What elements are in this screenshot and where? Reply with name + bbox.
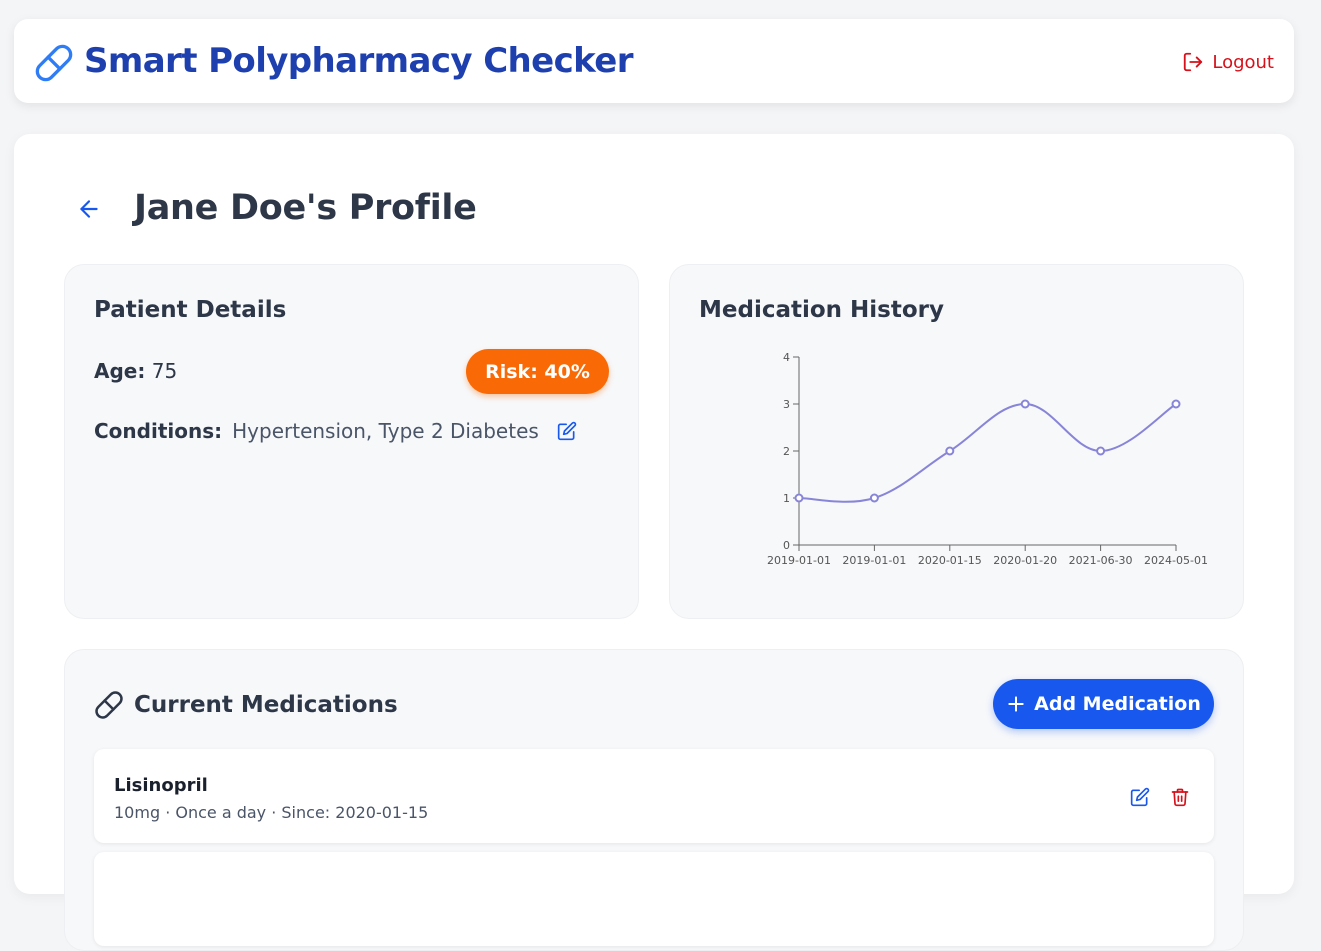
x-tick-label: 2019-01-01 xyxy=(767,554,831,567)
back-arrow-icon[interactable] xyxy=(76,196,102,222)
x-tick-label: 2019-01-01 xyxy=(842,554,906,567)
pill-icon xyxy=(35,44,73,82)
edit-icon[interactable] xyxy=(1130,787,1150,807)
medication-detail: 10mg · Once a day · Since: 2020-01-15 xyxy=(114,803,429,822)
edit-icon[interactable] xyxy=(557,421,577,441)
medication-name: Lisinopril xyxy=(114,775,208,796)
medication-history-chart: 0 1 2 3 4 2019-01-01 2019-01-01 2020-01-15 2020-… xyxy=(767,351,1208,567)
history-series-line xyxy=(798,402,1177,503)
history-data-point xyxy=(1096,446,1106,456)
y-tick-label: 4 xyxy=(783,351,790,364)
current-medications-card: Current Medications Add Medication Lisin… xyxy=(64,649,1244,951)
history-data-point xyxy=(945,446,955,456)
y-tick-label: 1 xyxy=(783,492,790,505)
plus-icon xyxy=(1008,696,1024,712)
app-title: Smart Polypharmacy Checker xyxy=(84,41,633,81)
conditions-value: Hypertension, Type 2 Diabetes xyxy=(232,419,539,443)
app-header: Smart Polypharmacy Checker Logout xyxy=(14,19,1294,103)
x-tick-label: 2020-01-15 xyxy=(918,554,982,567)
x-tick-label: 2020-01-20 xyxy=(993,554,1057,567)
y-tick-label: 2 xyxy=(783,445,790,458)
add-medication-button[interactable]: Add Medication xyxy=(993,679,1214,729)
logout-label: Logout xyxy=(1212,51,1274,73)
history-data-point xyxy=(1171,399,1181,409)
conditions-label: Conditions: xyxy=(94,419,223,443)
age-value: 75 xyxy=(151,359,178,383)
medication-item: Lisinopril 10mg · Once a day · Since: 20… xyxy=(94,749,1214,843)
medication-item xyxy=(94,852,1214,946)
age-row: Age: 75 xyxy=(94,359,177,383)
medication-history-card: Medication History 0 1 2 3 4 2019-01-01 2019-0… xyxy=(669,264,1244,619)
x-tick-label: 2024-05-01 xyxy=(1144,554,1208,567)
conditions-row: Conditions: Hypertension, Type 2 Diabete… xyxy=(94,419,577,443)
current-medications-title: Current Medications xyxy=(134,692,398,718)
y-tick-label: 0 xyxy=(783,539,790,552)
trash-icon[interactable] xyxy=(1170,787,1190,807)
patient-details-title: Patient Details xyxy=(94,297,287,323)
page-title: Jane Doe's Profile xyxy=(134,188,477,228)
y-tick-label: 3 xyxy=(783,398,790,411)
age-label: Age: xyxy=(94,359,146,383)
patient-details-card: Patient Details Age: 75 Risk: 40% Condit… xyxy=(64,264,639,619)
x-tick-label: 2021-06-30 xyxy=(1069,554,1133,567)
logout-button[interactable]: Logout xyxy=(1182,50,1274,74)
profile-container: Jane Doe's Profile Patient Details Age: … xyxy=(14,134,1294,951)
current-medications-header: Current Medications xyxy=(94,690,398,720)
history-data-point xyxy=(869,493,879,503)
history-data-point xyxy=(1020,399,1030,409)
history-data-point xyxy=(794,493,804,503)
pill-icon xyxy=(95,691,123,719)
risk-badge: Risk: 40% xyxy=(466,349,609,394)
logout-icon xyxy=(1184,52,1203,72)
add-medication-label: Add Medication xyxy=(1034,693,1201,715)
medication-actions xyxy=(1130,787,1190,807)
